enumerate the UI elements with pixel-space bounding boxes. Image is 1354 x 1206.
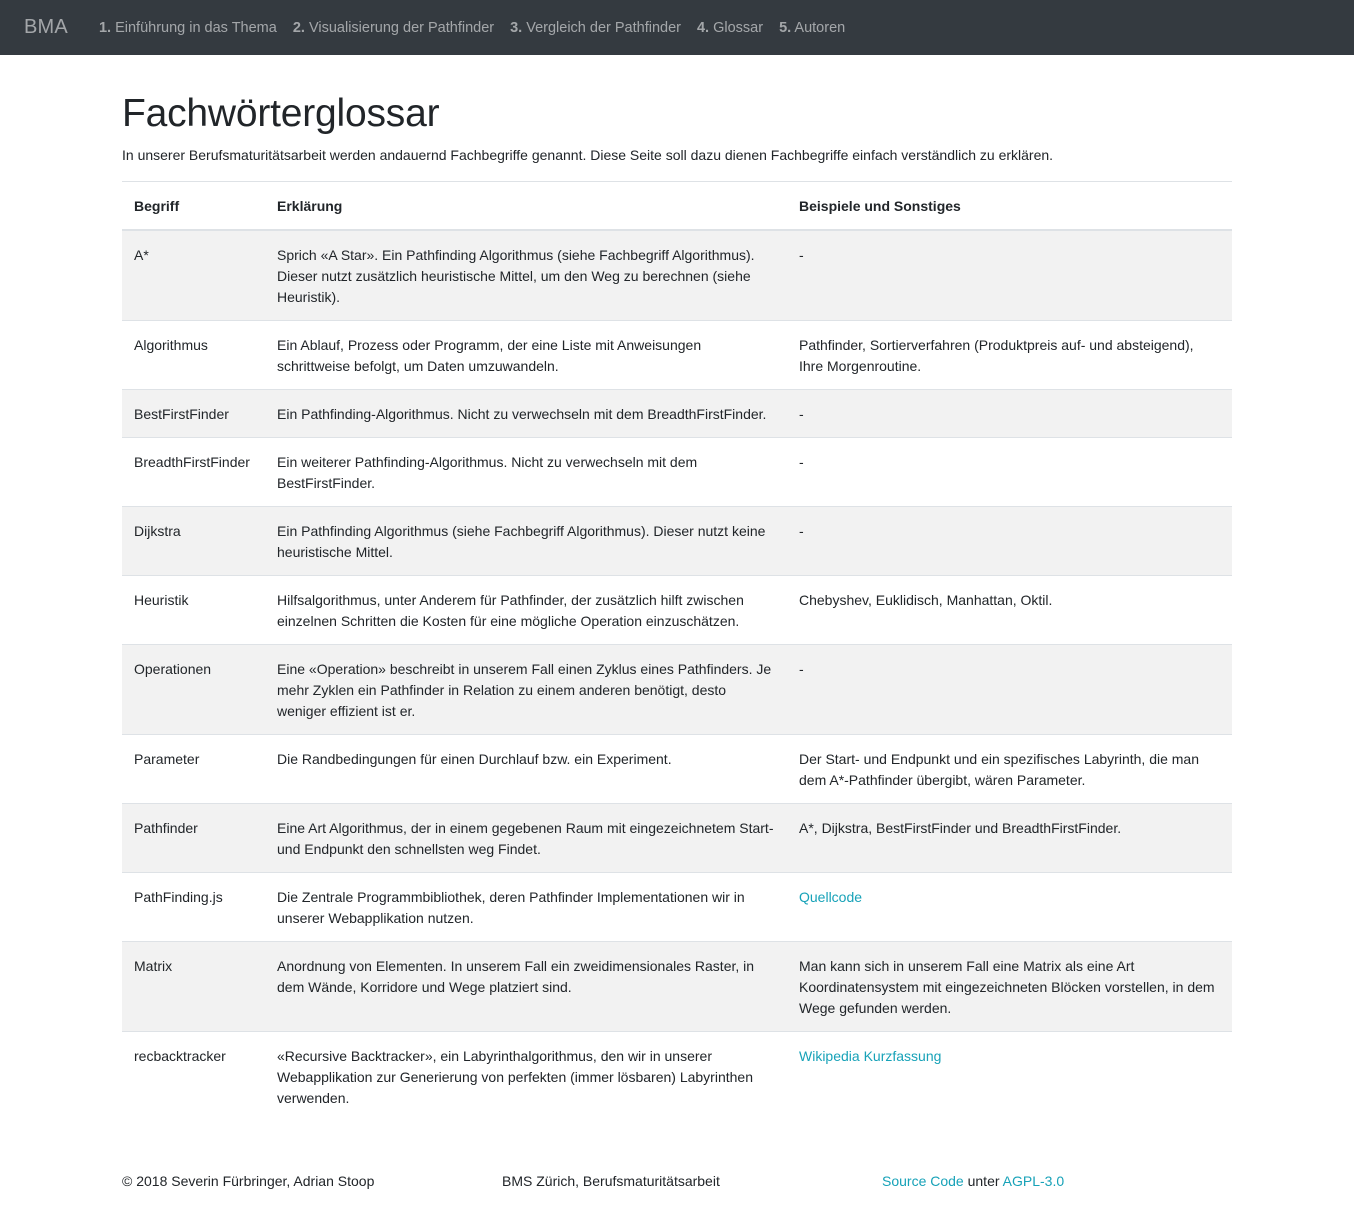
examples-cell: A*, Dijkstra, BestFirstFinder und Breadt… <box>787 803 1232 873</box>
nav-link-label: Visualisierung der Pathfinder <box>308 19 495 36</box>
nav-link-label: Glossar <box>713 19 764 36</box>
table-row: Matrix Anordnung von Elementen. In unsere… <box>122 941 1232 1032</box>
examples-cell: - <box>787 644 1232 735</box>
table-row: Pathfinder Eine Art Algorithmus, der in e… <box>122 803 1232 873</box>
explanation-cell: Eine «Operation» beschreibt in unserem F… <box>265 644 787 735</box>
explanation-cell: Die Zentrale Programmbibliothek, deren P… <box>265 872 787 942</box>
term-cell: Dijkstra <box>122 506 265 576</box>
glossary-table-header: Begriff Erklärung Beispiele und Sonstige… <box>122 181 1232 231</box>
table-row: BestFirstFinder Ein Pathfinding-Algorithm… <box>122 389 1232 438</box>
column-header-erklaerung: Erklärung <box>265 181 787 231</box>
term-cell: BestFirstFinder <box>122 389 265 438</box>
table-row: Algorithmus Ein Ablauf, Prozess oder Prog… <box>122 320 1232 390</box>
examples-cell: Pathfinder, Sortierverfahren (Produktpre… <box>787 320 1232 390</box>
explanation-cell: Hilfsalgorithmus, unter Anderem für Path… <box>265 575 787 645</box>
footer-school: BMS Zürich, Berufsmaturitätsarbeit <box>502 1173 720 1189</box>
table-row: recbacktracker «Recursive Backtracker», e… <box>122 1031 1232 1121</box>
nav-link-number: 1. <box>98 19 112 36</box>
examples-cell: Der Start- und Endpunkt und ein spezifis… <box>787 734 1232 804</box>
table-row: Operationen Eine «Operation» beschreibt i… <box>122 644 1232 735</box>
examples-link[interactable]: Quellcode <box>799 889 862 905</box>
glossary-table: Begriff Erklärung Beispiele und Sonstige… <box>122 181 1232 1121</box>
page-title: Fachwörterglossar <box>122 92 440 135</box>
term-cell: PathFinding.js <box>122 872 265 942</box>
examples-cell: - <box>787 506 1232 576</box>
main-content: Fachwörterglossar In unserer Berufsmatur… <box>122 55 1232 1121</box>
explanation-cell: «Recursive Backtracker», ein Labyrinthal… <box>265 1031 787 1121</box>
glossary-table-body: A* Sprich «A Star». Ein Pathfinding Algor… <box>122 229 1232 1121</box>
nav-link-number: 2. <box>292 19 305 36</box>
examples-cell: - <box>787 389 1232 438</box>
page-intro: In unserer Berufsmaturitätsarbeit werden… <box>122 147 1054 163</box>
examples-cell: Man kann sich in unserem Fall eine Matri… <box>787 941 1232 1032</box>
table-row: Heuristik Hilfsalgorithmus, unter Anderem… <box>122 575 1232 645</box>
examples-cell: - <box>787 229 1232 321</box>
header-row: Begriff Erklärung Beispiele und Sonstige… <box>122 181 1232 231</box>
explanation-cell: Sprich «A Star». Ein Pathfinding Algorit… <box>265 229 787 321</box>
navbar-brand[interactable]: BMA <box>24 16 68 39</box>
examples-cell: - <box>787 437 1232 507</box>
term-cell: recbacktracker <box>122 1031 265 1121</box>
examples-cell: Quellcode <box>787 872 1232 942</box>
nav-link-label: Autoren <box>794 19 846 36</box>
term-cell: Matrix <box>122 941 265 1032</box>
term-cell: Pathfinder <box>122 803 265 873</box>
top-navbar: BMA 1. Einführung in das Thema 2. Visual… <box>0 0 1354 55</box>
explanation-cell: Eine Art Algorithmus, der in einem gegeb… <box>265 803 787 873</box>
column-header-begriff: Begriff <box>122 181 265 231</box>
term-cell: Parameter <box>122 734 265 804</box>
table-row: PathFinding.js Die Zentrale Programmbibli… <box>122 872 1232 942</box>
license-link[interactable]: AGPL-3.0 <box>1003 1173 1064 1189</box>
nav-link-label: Einführung in das Thema <box>115 19 277 36</box>
explanation-cell: Ein Pathfinding Algorithmus (siehe Fachb… <box>265 506 787 576</box>
nav-link-number: 5. <box>779 19 792 36</box>
examples-cell: Wikipedia Kurzfassung <box>787 1031 1232 1121</box>
examples-cell: Chebyshev, Euklidisch, Manhattan, Oktil. <box>787 575 1232 645</box>
examples-link[interactable]: Wikipedia Kurzfassung <box>799 1048 941 1064</box>
explanation-cell: Ein Ablauf, Prozess oder Programm, der e… <box>265 320 787 390</box>
footer-copyright: © 2018 Severin Fürbringer, Adrian Stoop <box>122 1173 375 1189</box>
nav-link-label: Vergleich der Pathfinder <box>526 19 681 36</box>
footer-under-text: unter <box>963 1173 1003 1189</box>
explanation-cell: Die Randbedingungen für einen Durchlauf … <box>265 734 787 804</box>
term-cell: Heuristik <box>122 575 265 645</box>
nav-link-autoren[interactable]: 5. Autoren <box>779 20 845 36</box>
column-header-beispiele: Beispiele und Sonstiges <box>787 181 1232 231</box>
table-row: Dijkstra Ein Pathfinding Algorithmus (sie… <box>122 506 1232 576</box>
nav-link-einfuehrung[interactable]: 1. Einführung in das Thema <box>99 20 277 36</box>
explanation-cell: Ein Pathfinding-Algorithmus. Nicht zu ve… <box>265 389 787 438</box>
table-row: BreadthFirstFinder Ein weiterer Pathfindi… <box>122 437 1232 507</box>
nav-link-visualisierung[interactable]: 2. Visualisierung der Pathfinder <box>293 20 494 36</box>
nav-link-number: 4. <box>696 19 710 36</box>
term-cell: A* <box>122 229 265 321</box>
nav-link-glossar[interactable]: 4. Glossar <box>697 20 763 36</box>
footer-source: Source Code unter AGPL-3.0 <box>882 1172 1064 1190</box>
table-row: Parameter Die Randbedingungen für einen D… <box>122 734 1232 804</box>
source-code-link[interactable]: Source Code <box>882 1173 964 1189</box>
term-cell: Operationen <box>122 644 265 735</box>
explanation-cell: Anordnung von Elementen. In unserem Fall… <box>265 941 787 1032</box>
explanation-cell: Ein weiterer Pathfinding-Algorithmus. Ni… <box>265 437 787 507</box>
nav-link-vergleich[interactable]: 3. Vergleich der Pathfinder <box>510 20 681 36</box>
term-cell: Algorithmus <box>122 320 265 390</box>
table-row: A* Sprich «A Star». Ein Pathfinding Algor… <box>122 229 1232 321</box>
term-cell: BreadthFirstFinder <box>122 437 265 507</box>
nav-link-number: 3. <box>510 19 523 36</box>
